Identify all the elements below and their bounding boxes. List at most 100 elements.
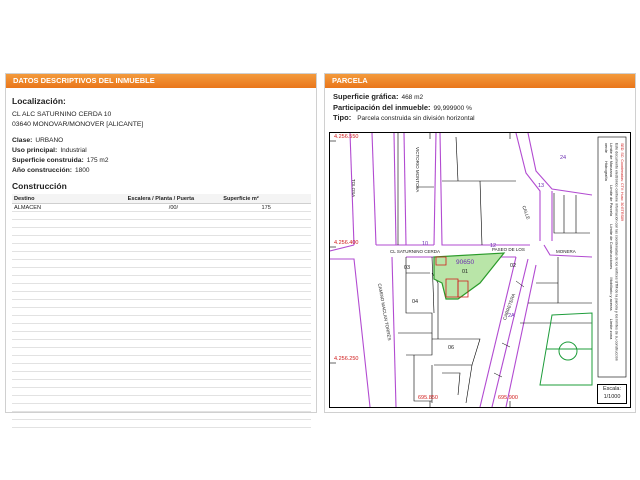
table-cell-empty — [125, 363, 222, 372]
parcel-02: 02 — [510, 263, 517, 269]
superficie-label: Superficie construida: — [12, 157, 84, 164]
table-cell-empty — [221, 251, 311, 260]
table-cell-empty — [12, 299, 126, 308]
parcel-04: 04 — [412, 299, 419, 305]
anio-value: 1800 — [75, 167, 90, 174]
table-cell-empty — [221, 403, 311, 412]
table-cell-empty — [12, 227, 126, 236]
coord-x2: 695.900 — [498, 395, 518, 401]
superficie-grafica-value: 468 m2 — [401, 94, 424, 101]
table-cell-empty — [125, 387, 222, 396]
table-cell-empty — [221, 243, 311, 252]
construccion-title: Construcción — [12, 181, 67, 191]
descriptive-data-panel: DATOS DESCRIPTIVOS DEL INMUEBLE Localiza… — [5, 73, 317, 428]
table-cell-empty — [221, 339, 311, 348]
superficie-grafica-label: Superficie gráfica: — [333, 92, 399, 101]
superficie-value: 175 m2 — [86, 157, 109, 164]
scale-value: 1/1000 — [603, 394, 621, 400]
table-cell-empty — [125, 219, 222, 228]
table-row-empty — [12, 299, 311, 308]
cell-escalera: /00/ — [125, 203, 222, 212]
clase-value: URBANO — [35, 137, 64, 144]
table-cell-empty — [125, 267, 222, 276]
tipo-label: Tipo: — [333, 113, 352, 122]
clase-label: Clase: — [12, 137, 33, 144]
num-13: 13 — [538, 183, 545, 189]
table-cell-empty — [12, 395, 126, 404]
table-cell-empty — [125, 251, 222, 260]
table-row-empty — [12, 411, 311, 420]
coord-y1: 4.256.550 — [334, 134, 359, 140]
superficie-grafica-row: Superficie gráfica: 468 m2 — [333, 92, 635, 103]
table-cell-empty — [221, 411, 311, 420]
table-cell-empty — [221, 299, 311, 308]
uso-label: Uso principal: — [12, 147, 58, 154]
table-cell-empty — [125, 347, 222, 356]
table-row-empty — [12, 275, 311, 284]
table-row-empty — [12, 315, 311, 324]
table-cell-empty — [125, 275, 222, 284]
table-cell-empty — [12, 291, 126, 300]
uso-row: Uso principal: Industrial — [12, 146, 316, 156]
street-monera: MONERA — [556, 249, 576, 254]
parcel-01: 01 — [462, 269, 469, 275]
num-24: 24 — [560, 155, 567, 161]
num-2a: 2A — [508, 313, 515, 319]
table-cell-empty — [12, 403, 126, 412]
table-cell-empty — [12, 275, 126, 284]
table-header-row: Destino Escalera / Planta / Puerta Super… — [12, 194, 311, 204]
table-row-empty — [12, 371, 311, 380]
participacion-value: 99,999900 % — [433, 104, 472, 112]
table-cell-empty — [221, 355, 311, 364]
table-cell-empty — [221, 331, 311, 340]
table-cell-empty — [221, 307, 311, 316]
table-cell-empty — [221, 315, 311, 324]
clase-row: Clase: URBANO — [12, 136, 316, 146]
street-paseo: PASEO DE LOS — [492, 247, 525, 252]
table-row-empty — [12, 387, 311, 396]
table-cell-empty — [221, 275, 311, 284]
legend-side-text: Este documento electrónico contiene info… — [614, 143, 619, 361]
table-cell-empty — [221, 371, 311, 380]
table-cell-empty — [125, 211, 222, 220]
participacion-label: Participación del inmueble: — [333, 102, 431, 112]
parcel-panel: PARCELA Superficie gráfica: 468 m2 Partic… — [324, 73, 636, 413]
table-row-empty — [12, 339, 311, 348]
uso-value: Industrial — [60, 147, 87, 154]
parcel-info: Superficie gráfica: 468 m2 Participación … — [333, 92, 635, 124]
parcel-ref: 90650 — [456, 259, 475, 266]
table-cell-empty — [12, 419, 126, 428]
anio-row: Año construcción: 1800 — [12, 166, 316, 176]
table-cell-empty — [12, 235, 126, 244]
table-cell-empty — [125, 331, 222, 340]
table-cell-empty — [221, 219, 311, 228]
cell-destino: ALMACEN — [12, 203, 126, 212]
table-cell-empty — [12, 323, 126, 332]
table-row-empty — [12, 235, 311, 244]
table-cell-empty — [221, 379, 311, 388]
table-cell-empty — [221, 363, 311, 372]
header-bold: INMUEBLE — [115, 76, 155, 85]
table-cell-empty — [12, 387, 126, 396]
table-cell-empty — [125, 371, 222, 380]
table-row-empty — [12, 283, 311, 292]
coord-y2: 4.256.400 — [334, 240, 359, 246]
localizacion-label: Localización: — [12, 96, 66, 106]
cadastral-map[interactable]: 4.256.550 4.256.400 4.256.250 695.850 69… — [329, 132, 631, 408]
col-superficie: Superficie m² — [221, 194, 311, 204]
table-cell-empty — [12, 315, 126, 324]
cell-superficie: 175 — [221, 203, 311, 212]
col-destino: Destino — [12, 194, 126, 204]
construction-table: Destino Escalera / Planta / Puerta Super… — [12, 194, 311, 428]
table-cell-empty — [125, 227, 222, 236]
table-row-empty — [12, 219, 311, 228]
table-cell-empty — [221, 235, 311, 244]
table-cell-empty — [12, 355, 126, 364]
table-cell-empty — [221, 211, 311, 220]
table-cell-empty — [125, 291, 222, 300]
table-cell-empty — [125, 259, 222, 268]
table-cell-empty — [12, 243, 126, 252]
table-cell-empty — [12, 251, 126, 260]
table-row-empty — [12, 259, 311, 268]
map-legend: Límite de ManzanaLímite de ParcelaLímite… — [602, 143, 624, 381]
